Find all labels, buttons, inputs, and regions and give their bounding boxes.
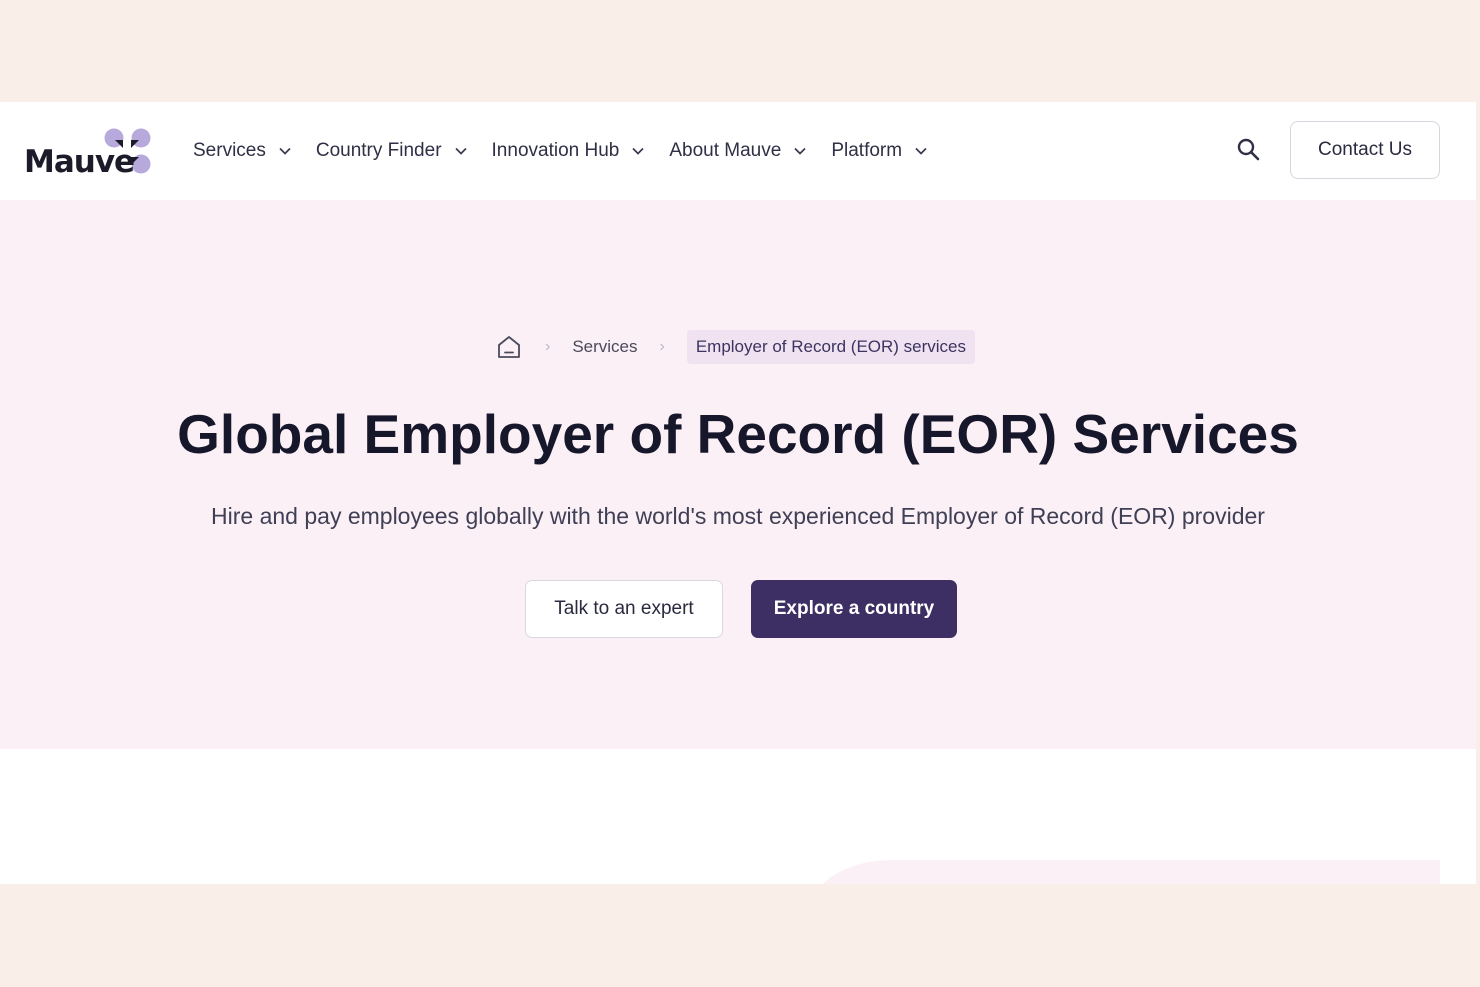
search-icon: [1237, 138, 1260, 161]
talk-to-expert-button[interactable]: Talk to an expert: [525, 580, 723, 638]
page-frame: Mauve Services Country Finder Innovation…: [0, 102, 1476, 884]
site-header: Mauve Services Country Finder Innovation…: [0, 102, 1476, 200]
logo[interactable]: Mauve: [22, 124, 154, 180]
nav-label: Country Finder: [315, 140, 442, 161]
page-title: Global Employer of Record (EOR) Services: [177, 403, 1299, 465]
nav-label: Innovation Hub: [491, 140, 620, 161]
chevron-down-icon: [632, 147, 644, 155]
nav-item-innovation-hub[interactable]: Innovation Hub: [492, 140, 646, 162]
hero-section: › Services › Employer of Record (EOR) se…: [0, 200, 1476, 749]
explore-country-button[interactable]: Explore a country: [751, 580, 957, 638]
logo-text: Mauve: [24, 144, 135, 180]
chevron-down-icon: [454, 147, 467, 155]
chevron-down-icon: [794, 147, 806, 155]
breadcrumb-item-services[interactable]: Services: [572, 337, 637, 357]
main-nav: Services Country Finder Innovation Hub A…: [193, 102, 952, 200]
chevron-down-icon: [279, 147, 291, 155]
breadcrumb-item-current: Employer of Record (EOR) services: [686, 330, 976, 364]
decorative-curve: [822, 860, 1440, 884]
nav-label: About Mauve: [669, 140, 782, 161]
chevron-down-icon: [915, 147, 927, 155]
breadcrumb-separator-icon: ›: [544, 338, 551, 355]
nav-item-about-mauve[interactable]: About Mauve: [669, 140, 807, 162]
nav-label: Services: [193, 140, 266, 161]
nav-item-country-finder[interactable]: Country Finder: [316, 140, 468, 162]
hero-subtitle: Hire and pay employees globally with the…: [211, 503, 1265, 529]
nav-item-services[interactable]: Services: [193, 140, 292, 162]
nav-item-platform[interactable]: Platform: [831, 140, 928, 162]
hero-cta-group: Talk to an expert Explore a country: [0, 580, 1476, 638]
nav-label: Platform: [831, 140, 903, 161]
search-button[interactable]: [1234, 135, 1264, 165]
contact-us-button[interactable]: Contact Us: [1290, 121, 1440, 179]
home-icon[interactable]: [495, 333, 523, 361]
breadcrumb: › Services › Employer of Record (EOR) se…: [0, 330, 1476, 364]
breadcrumb-separator-icon: ›: [659, 338, 665, 355]
